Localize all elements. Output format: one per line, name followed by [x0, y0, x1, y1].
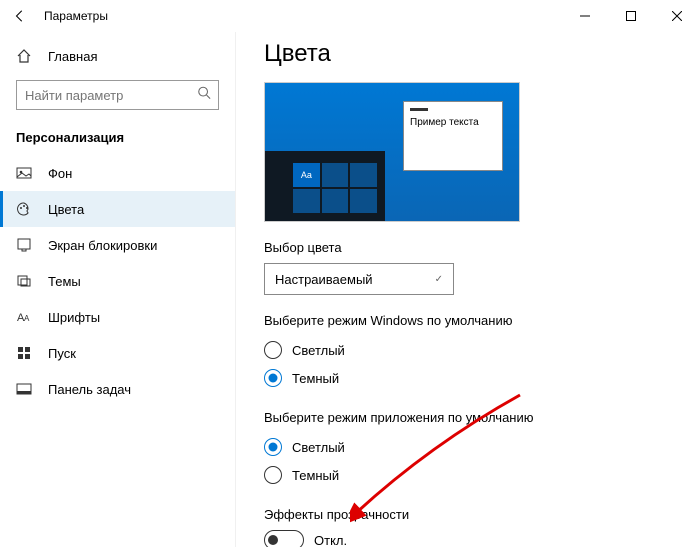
sidebar-item-fonts[interactable]: AA Шрифты: [0, 299, 235, 335]
radio-label: Светлый: [292, 343, 345, 358]
radio-icon: [264, 466, 282, 484]
sidebar-home-label: Главная: [48, 49, 97, 64]
sidebar: Главная Персонализация Фон Цвета Экран б…: [0, 32, 236, 547]
sidebar-item-start[interactable]: Пуск: [0, 335, 235, 371]
radio-icon: [264, 438, 282, 456]
windows-mode-dark[interactable]: Темный: [264, 364, 700, 392]
preview-window: Пример текста: [403, 101, 503, 171]
app-mode-label: Выберите режим приложения по умолчанию: [264, 410, 700, 425]
radio-icon: [264, 369, 282, 387]
window-title: Параметры: [44, 9, 108, 23]
sidebar-section-title: Персонализация: [0, 124, 235, 155]
preview-tiles: Aa: [293, 163, 377, 213]
toggle-knob: [268, 535, 278, 545]
window-controls: [562, 0, 700, 32]
radio-label: Светлый: [292, 440, 345, 455]
taskbar-icon: [16, 381, 32, 397]
radio-label: Темный: [292, 468, 339, 483]
close-button[interactable]: [654, 0, 700, 32]
color-mode-select[interactable]: Настраиваемый ✓: [264, 263, 454, 295]
sidebar-item-colors[interactable]: Цвета: [0, 191, 235, 227]
lockscreen-icon: [16, 237, 32, 253]
svg-text:A: A: [24, 314, 30, 323]
transparency-toggle-row: Откл.: [264, 530, 700, 547]
image-icon: [16, 165, 32, 181]
sidebar-item-label: Темы: [48, 274, 81, 289]
transparency-toggle[interactable]: [264, 530, 304, 547]
sidebar-item-label: Панель задач: [48, 382, 131, 397]
chevron-down-icon: ✓: [435, 274, 443, 285]
color-mode-label: Выбор цвета: [264, 240, 700, 255]
palette-icon: [16, 201, 32, 217]
themes-icon: [16, 273, 32, 289]
maximize-button[interactable]: [608, 0, 654, 32]
search-icon: [197, 86, 211, 105]
sidebar-search: [16, 80, 219, 110]
back-button[interactable]: [12, 8, 28, 24]
sidebar-item-label: Пуск: [48, 346, 76, 361]
sidebar-item-lockscreen[interactable]: Экран блокировки: [0, 227, 235, 263]
sidebar-item-label: Шрифты: [48, 310, 100, 325]
main-content: Цвета Aa Пример текста Выбор цвета Настр…: [236, 32, 700, 547]
sidebar-item-label: Цвета: [48, 202, 84, 217]
home-icon: [16, 48, 32, 64]
sidebar-item-label: Фон: [48, 166, 72, 181]
radio-icon: [264, 341, 282, 359]
page-title: Цвета: [264, 40, 700, 68]
search-input[interactable]: [16, 80, 219, 110]
fonts-icon: AA: [16, 309, 32, 325]
windows-mode-group: Светлый Темный: [264, 336, 700, 392]
preview-sample-text: Пример текста: [410, 117, 496, 128]
app-mode-dark[interactable]: Темный: [264, 461, 700, 489]
sidebar-item-background[interactable]: Фон: [0, 155, 235, 191]
sidebar-item-label: Экран блокировки: [48, 238, 157, 253]
color-preview: Aa Пример текста: [264, 82, 520, 222]
app-mode-light[interactable]: Светлый: [264, 433, 700, 461]
sidebar-item-taskbar[interactable]: Панель задач: [0, 371, 235, 407]
preview-tile-aa: Aa: [293, 163, 320, 187]
windows-mode-label: Выберите режим Windows по умолчанию: [264, 313, 700, 328]
sidebar-home[interactable]: Главная: [0, 42, 235, 70]
color-mode-value: Настраиваемый: [275, 272, 373, 287]
transparency-state: Откл.: [314, 533, 347, 547]
radio-label: Темный: [292, 371, 339, 386]
app-mode-group: Светлый Темный: [264, 433, 700, 489]
sidebar-item-themes[interactable]: Темы: [0, 263, 235, 299]
windows-mode-light[interactable]: Светлый: [264, 336, 700, 364]
minimize-button[interactable]: [562, 0, 608, 32]
start-icon: [16, 345, 32, 361]
transparency-label: Эффекты прозрачности: [264, 507, 700, 522]
